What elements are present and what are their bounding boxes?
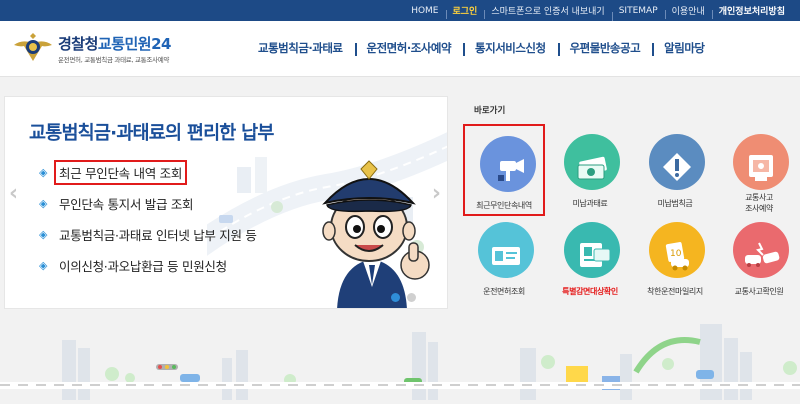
mileage-icon: 10 — [665, 242, 689, 271]
privacy-policy-link[interactable]: 개인정보처리방침 — [711, 4, 792, 19]
diamond-bullet-icon: ◈ — [39, 259, 48, 272]
home-link[interactable]: HOME — [404, 6, 445, 16]
banner-item-recent-enforcement[interactable]: ◈ 최근 무인단속 내역 조회 — [39, 157, 257, 188]
guide-link[interactable]: 이용안내 — [664, 4, 712, 19]
logo-subtitle: 운전면허, 교통범칙금 과태료, 교통조사예약 — [58, 56, 170, 64]
banner-item-appeal[interactable]: ◈ 이의신청·과오납환급 등 민원신청 — [39, 250, 257, 281]
accident-report-icon — [749, 155, 773, 181]
quick-link-accident-certificate[interactable]: 교통사고확인원 — [718, 212, 800, 304]
banner-dot-2[interactable] — [407, 293, 416, 302]
quick-link-license-check[interactable]: 운전면허조회 — [463, 212, 545, 304]
diamond-bullet-icon: ◈ — [39, 166, 48, 179]
quick-link-safe-driving-mileage[interactable]: 10 착한운전마일리지 — [634, 212, 716, 304]
quick-link-special-exemption[interactable]: 특별감면대상확인 — [549, 212, 631, 304]
site-header: 경찰청교통민원24 운전면허, 교통범칙금 과태료, 교통조사예약 교통범칙금·… — [0, 21, 800, 77]
banner-title: 교통범칙금·과태료의 편리한 납부 — [29, 123, 274, 144]
banner-menu: ◈ 최근 무인단속 내역 조회 ◈ 무인단속 통지서 발급 조회 ◈ 교통범칙금… — [39, 157, 257, 281]
police-emblem-icon — [14, 33, 52, 61]
nav-notification[interactable]: 통지서비스신청 — [463, 40, 558, 56]
quick-link-recent-enforcement[interactable]: 최근무인단속내역 — [463, 124, 545, 216]
license-card-icon — [492, 247, 520, 265]
smartphone-cert-link[interactable]: 스마트폰으로 인증서 내보내기 — [484, 4, 611, 19]
svg-text:10: 10 — [670, 249, 682, 259]
road-lane-marking — [0, 384, 800, 386]
id-card-icon — [580, 243, 611, 267]
car-crash-icon — [745, 242, 780, 267]
warning-sign-icon — [663, 153, 691, 181]
nav-notice[interactable]: 알림마당 — [652, 40, 716, 56]
diamond-bullet-icon: ◈ — [39, 197, 48, 210]
nav-fines[interactable]: 교통범칙금·과태료 — [246, 40, 355, 56]
site-logo[interactable]: 경찰청교통민원24 운전면허, 교통범칙금 과태료, 교통조사예약 — [12, 29, 192, 73]
quick-links-title: 바로가기 — [474, 106, 506, 116]
nav-mail-return[interactable]: 우편물반송공고 — [557, 40, 653, 56]
police-mascot-image — [322, 160, 430, 308]
quick-link-unpaid-penalty[interactable]: 미납범칙금 — [634, 124, 716, 216]
logo-title: 경찰청교통민원24 — [58, 35, 171, 53]
top-utility-bar: HOME 로그인 스마트폰으로 인증서 내보내기 SITEMAP 이용안내 개인… — [0, 0, 800, 21]
main-navigation: 교통범칙금·과태료 운전면허·조사예약 통지서비스신청 우편물반송공고 알림마당 — [246, 37, 716, 59]
banner-dot-1[interactable] — [391, 293, 400, 302]
main-banner: 교통범칙금·과태료의 편리한 납부 ◈ 최근 무인단속 내역 조회 ◈ 무인단속… — [4, 96, 448, 309]
quick-link-accident-reservation[interactable]: 교통사고 조사예약 — [718, 124, 800, 216]
nav-license[interactable]: 운전면허·조사예약 — [354, 40, 464, 56]
diamond-bullet-icon: ◈ — [39, 228, 48, 241]
banner-item-online-payment[interactable]: ◈ 교통범칙금·과태료 인터넷 납부 지원 등 — [39, 219, 257, 250]
quick-link-unpaid-fine[interactable]: 미납과태료 — [549, 124, 631, 216]
banner-next-arrow[interactable]: › — [432, 183, 441, 205]
banner-item-notice-issue[interactable]: ◈ 무인단속 통지서 발급 조회 — [39, 188, 257, 219]
login-link[interactable]: 로그인 — [445, 4, 485, 19]
banner-prev-arrow[interactable]: ‹ — [9, 183, 18, 205]
city-skyline-illustration — [62, 324, 797, 400]
sitemap-link[interactable]: SITEMAP — [611, 6, 665, 21]
speed-camera-icon — [498, 159, 524, 181]
banner-pagination — [391, 293, 416, 302]
money-icon — [577, 156, 607, 180]
